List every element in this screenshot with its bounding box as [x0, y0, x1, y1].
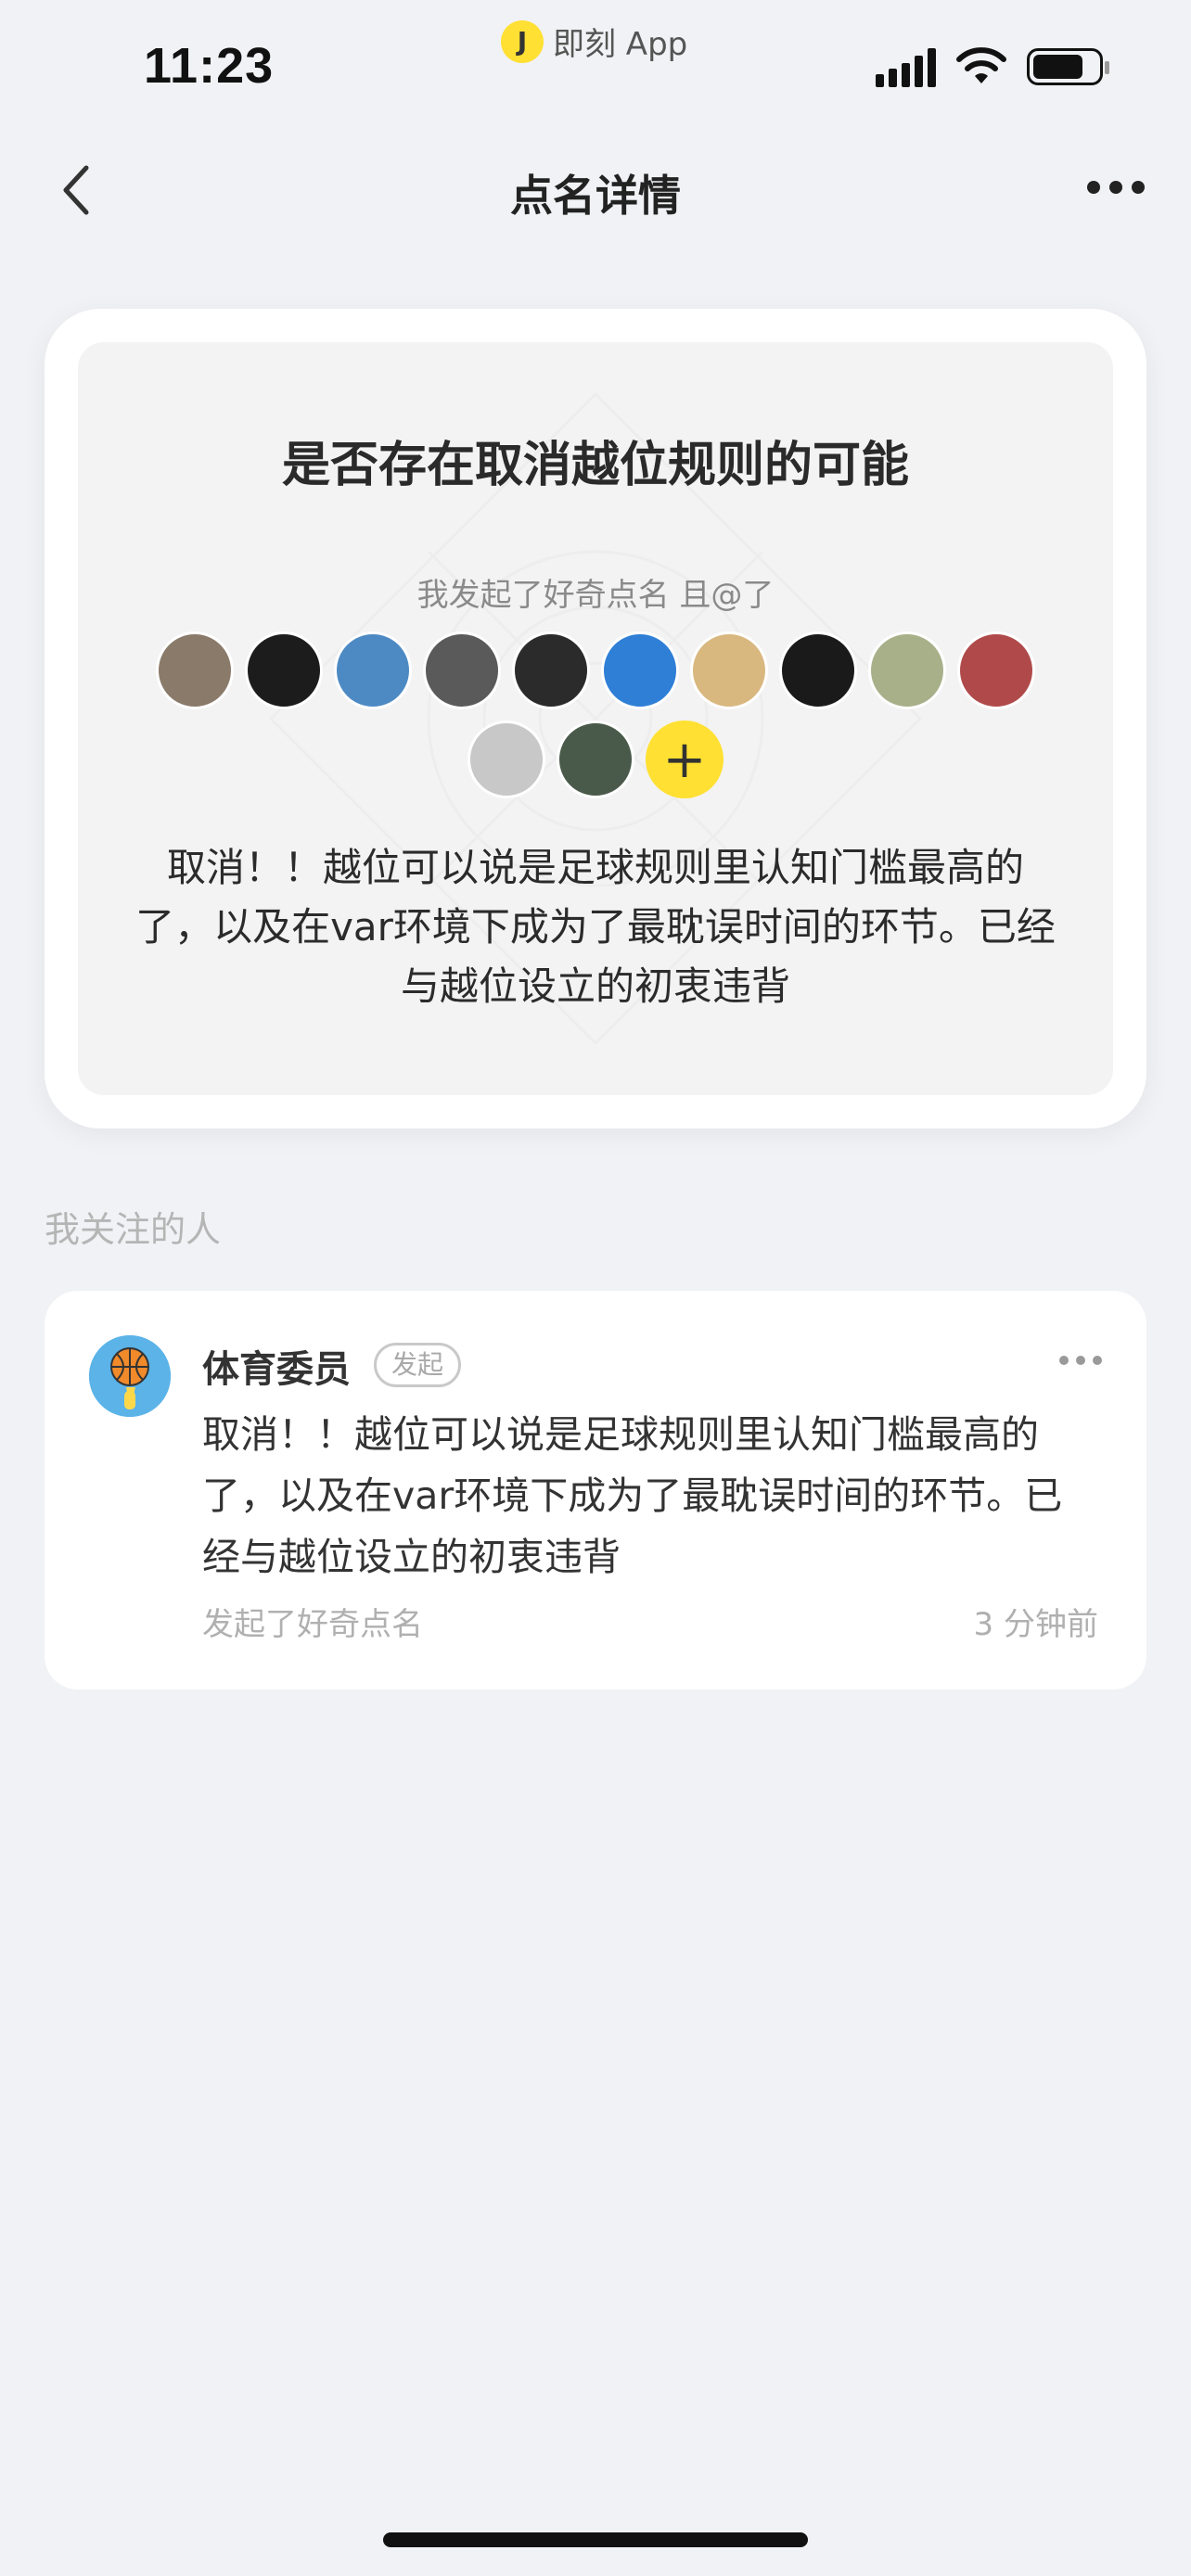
- status-bar: 11:23 J 即刻 App: [0, 0, 1191, 139]
- roll-call-title: 是否存在取消越位规则的可能: [281, 438, 909, 493]
- basketball-avatar-icon: [89, 1335, 171, 1417]
- signal-icon: [876, 46, 936, 87]
- mentioned-avatar[interactable]: [156, 631, 234, 709]
- comment-more-icon[interactable]: [1059, 1356, 1102, 1365]
- mentioned-avatar[interactable]: [868, 631, 946, 709]
- comment-action: 发起了好奇点名: [202, 1606, 423, 1643]
- more-icon[interactable]: [1087, 181, 1145, 194]
- status-icons: [876, 46, 1109, 87]
- mentioned-avatar[interactable]: [690, 631, 768, 709]
- mentioned-avatar[interactable]: [779, 631, 857, 709]
- mentioned-avatar[interactable]: [512, 631, 590, 709]
- page-title: 点名详情: [510, 171, 681, 221]
- comment-timestamp: 3 分钟前: [973, 1606, 1098, 1643]
- section-label-following: 我关注的人: [45, 1209, 222, 1250]
- avatar[interactable]: [89, 1335, 171, 1417]
- add-mention-button[interactable]: +: [646, 721, 724, 798]
- mentioned-avatar[interactable]: [601, 631, 679, 709]
- mentioned-avatar[interactable]: [245, 631, 323, 709]
- roll-call-card-inner: 是否存在取消越位规则的可能 我发起了好奇点名 且@了 + 取消！！越位可以说是足…: [78, 342, 1113, 1095]
- user-name[interactable]: 体育委员: [202, 1339, 351, 1393]
- mentioned-avatars-row-2: +: [78, 721, 1113, 798]
- mentioned-avatar[interactable]: [957, 631, 1035, 709]
- wifi-icon: [956, 47, 1006, 83]
- status-app-label: 即刻 App: [553, 26, 688, 63]
- home-indicator: [383, 2532, 808, 2547]
- comment-text: 取消！！越位可以说是足球规则里认知门槛最高的了，以及在var环境下成为了最耽误时…: [202, 1412, 1063, 1579]
- mentioned-avatar[interactable]: [334, 631, 412, 709]
- jike-app-icon: J: [501, 19, 544, 63]
- battery-icon: [1027, 48, 1109, 85]
- roll-call-body: 取消！！越位可以说是足球规则里认知门槛最高的了，以及在var环境下成为了最耽误时…: [135, 845, 1056, 1009]
- mentioned-avatar[interactable]: [467, 721, 545, 798]
- status-app-indicator[interactable]: J 即刻 App: [501, 19, 687, 64]
- nav-bar: 点名详情: [0, 139, 1191, 246]
- roll-call-subtitle: 我发起了好奇点名 且@了: [416, 577, 775, 614]
- mentioned-avatar[interactable]: [423, 631, 501, 709]
- comment-card[interactable]: 体育委员 发起 取消！！越位可以说是足球规则里认知门槛最高的了，以及在var环境…: [45, 1291, 1146, 1690]
- roll-call-card: 是否存在取消越位规则的可能 我发起了好奇点名 且@了 + 取消！！越位可以说是足…: [45, 309, 1146, 1129]
- status-time: 11:23: [144, 38, 275, 94]
- mentioned-avatars-row-1: [78, 631, 1113, 709]
- mentioned-avatar[interactable]: [557, 721, 634, 798]
- initiator-badge: 发起: [374, 1343, 462, 1387]
